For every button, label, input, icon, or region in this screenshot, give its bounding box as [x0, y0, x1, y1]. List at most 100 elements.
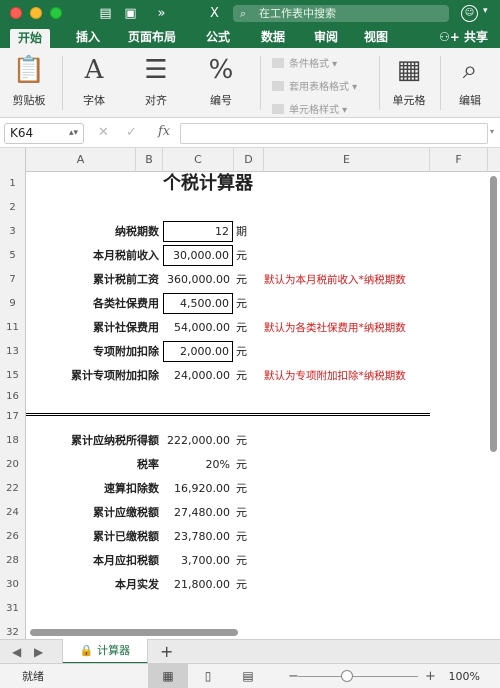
cells-button[interactable]: ▦ 单元格 — [386, 52, 432, 114]
value-cell[interactable]: 222,000.00 — [163, 429, 233, 453]
row-header[interactable]: 31 — [0, 597, 26, 621]
row-label[interactable]: 税率 — [26, 453, 163, 477]
zoom-in-icon[interactable]: + — [425, 664, 436, 688]
column-header[interactable]: F — [430, 148, 488, 172]
input-cell[interactable]: 2,000.00 — [163, 341, 233, 362]
column-header[interactable]: A — [26, 148, 136, 172]
chevron-down-icon[interactable]: ▾ — [490, 127, 494, 136]
normal-view-icon[interactable]: ▦ — [148, 664, 188, 688]
column-header[interactable]: B — [136, 148, 163, 172]
value-cell[interactable]: 23,780.00 — [163, 525, 233, 549]
row-label[interactable]: 纳税期数 — [26, 220, 163, 244]
align-button[interactable]: ☰ 对齐 — [132, 52, 180, 114]
prev-sheet-icon[interactable]: ◀ — [12, 640, 21, 664]
conditional-format-button[interactable]: 条件格式 ▾ — [272, 55, 337, 70]
row-header[interactable]: 3 — [0, 220, 26, 244]
value-cell[interactable]: 16,920.00 — [163, 477, 233, 501]
row-label[interactable]: 累计税前工资 — [26, 268, 163, 292]
note-cell[interactable]: 默认为本月税前收入*纳税期数 — [264, 268, 434, 292]
row-label[interactable]: 累计专项附加扣除 — [26, 364, 163, 388]
tab-formulas[interactable]: 公式 — [206, 27, 230, 48]
row-header[interactable]: 7 — [0, 268, 26, 292]
close-window-button[interactable] — [10, 7, 22, 19]
input-cell[interactable]: 12 — [163, 221, 233, 242]
value-cell[interactable]: 54,000.00 — [163, 316, 233, 340]
row-label[interactable]: 速算扣除数 — [26, 477, 163, 501]
unit-cell[interactable]: 元 — [234, 525, 264, 549]
row-header[interactable]: 24 — [0, 501, 26, 525]
row-label[interactable]: 累计社保费用 — [26, 316, 163, 340]
unit-cell[interactable]: 元 — [234, 453, 264, 477]
row-label[interactable]: 本月应扣税额 — [26, 549, 163, 573]
row-label[interactable]: 专项附加扣除 — [26, 340, 163, 364]
sidebar-icon[interactable]: ▤ — [97, 5, 114, 22]
row-header[interactable]: 18 — [0, 429, 26, 453]
row-label[interactable]: 累计应缴税额 — [26, 501, 163, 525]
minimize-window-button[interactable] — [30, 7, 42, 19]
unit-cell[interactable]: 元 — [234, 244, 264, 268]
number-button[interactable]: % 编号 — [196, 52, 246, 114]
row-header[interactable]: 2 — [0, 196, 26, 220]
row-header[interactable]: 15 — [0, 364, 26, 388]
row-header[interactable]: 26 — [0, 525, 26, 549]
search-input[interactable]: ⌕ 在工作表中搜索 — [233, 5, 449, 22]
tab-review[interactable]: 审阅 — [314, 27, 338, 48]
value-cell[interactable]: 24,000.00 — [163, 364, 233, 388]
column-header[interactable]: D — [234, 148, 264, 172]
tab-home[interactable]: 开始 — [10, 29, 51, 48]
row-header[interactable]: 30 — [0, 573, 26, 597]
note-cell[interactable]: 默认为专项附加扣除*纳税期数 — [264, 364, 434, 388]
value-cell[interactable]: 21,800.00 — [163, 573, 233, 597]
user-avatar-icon[interactable]: ☺ — [461, 5, 478, 22]
value-cell[interactable]: 20% — [163, 453, 233, 477]
formula-input[interactable] — [180, 123, 488, 144]
column-header[interactable]: E — [264, 148, 430, 172]
input-cell[interactable]: 30,000.00 — [163, 245, 233, 266]
tab-insert[interactable]: 插入 — [76, 27, 100, 48]
name-box[interactable]: K64 ▴▾ — [4, 123, 84, 144]
row-header[interactable]: 20 — [0, 453, 26, 477]
add-sheet-icon[interactable]: + — [160, 640, 173, 664]
row-label[interactable]: 累计应纳税所得额 — [26, 429, 163, 453]
row-label[interactable]: 各类社保费用 — [26, 292, 163, 316]
row-label[interactable]: 本月实发 — [26, 573, 163, 597]
cell-style-button[interactable]: 单元格样式 ▾ — [272, 101, 347, 116]
page-break-view-icon[interactable]: ▤ — [228, 664, 268, 688]
row-header[interactable]: 28 — [0, 549, 26, 573]
unit-cell[interactable]: 元 — [234, 429, 264, 453]
unit-cell[interactable]: 元 — [234, 573, 264, 597]
row-header[interactable]: 17 — [0, 405, 26, 429]
row-header[interactable]: 11 — [0, 316, 26, 340]
unit-cell[interactable]: 元 — [234, 364, 264, 388]
maximize-window-button[interactable] — [50, 7, 62, 19]
row-header[interactable]: 13 — [0, 340, 26, 364]
font-button[interactable]: A 字体 — [70, 52, 118, 114]
unit-cell[interactable]: 元 — [234, 501, 264, 525]
column-header[interactable]: C — [163, 148, 234, 172]
value-cell[interactable]: 360,000.00 — [163, 268, 233, 292]
vertical-scrollbar[interactable] — [490, 176, 497, 452]
tab-data[interactable]: 数据 — [261, 27, 285, 48]
row-header[interactable]: 32 — [0, 621, 26, 639]
row-header[interactable]: 22 — [0, 477, 26, 501]
horizontal-scrollbar[interactable] — [30, 629, 238, 636]
table-format-button[interactable]: 套用表格格式 ▾ — [272, 78, 357, 93]
unit-cell[interactable]: 元 — [234, 292, 264, 316]
unit-cell[interactable]: 元 — [234, 340, 264, 364]
unit-cell[interactable]: 元 — [234, 316, 264, 340]
next-sheet-icon[interactable]: ▶ — [34, 640, 43, 664]
row-header[interactable]: 9 — [0, 292, 26, 316]
chevron-down-icon[interactable]: ▾ — [483, 6, 488, 16]
unit-cell[interactable]: 期 — [234, 220, 264, 244]
save-icon[interactable]: ▣ — [122, 5, 139, 22]
share-button[interactable]: ⚇+ 共享 — [439, 27, 488, 48]
confirm-icon[interactable]: ✓ — [126, 125, 137, 140]
row-label[interactable]: 累计已缴税额 — [26, 525, 163, 549]
unit-cell[interactable]: 元 — [234, 477, 264, 501]
more-icon[interactable]: » — [153, 5, 170, 22]
zoom-level[interactable]: 100% — [449, 664, 480, 688]
note-cell[interactable]: 默认为各类社保费用*纳税期数 — [264, 316, 434, 340]
unit-cell[interactable]: 元 — [234, 268, 264, 292]
tab-view[interactable]: 视图 — [364, 27, 388, 48]
function-icon[interactable]: fx — [158, 124, 170, 139]
